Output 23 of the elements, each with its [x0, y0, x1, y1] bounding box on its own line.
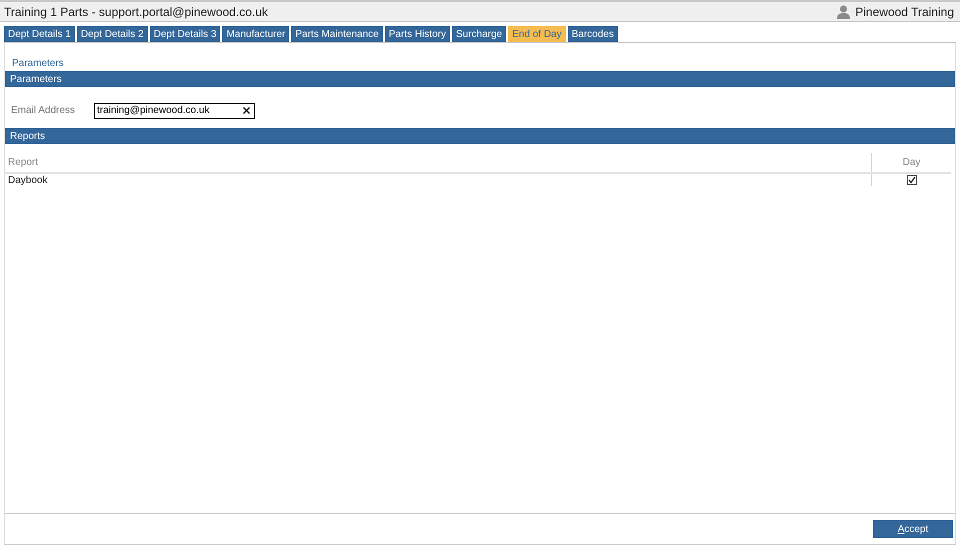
field-label: Email Address [11, 104, 76, 118]
user-icon [837, 4, 850, 18]
tab[interactable]: Manufacturer [222, 26, 290, 42]
clear-icon[interactable] [243, 107, 250, 114]
tab[interactable]: Barcodes [568, 26, 618, 42]
page-heading: Parameters [12, 58, 64, 69]
column-header: Day [902, 156, 920, 170]
column-header: Report [8, 156, 38, 170]
tab[interactable]: End of Day [508, 26, 566, 42]
window-title: Training 1 Parts - support.portal@pinewood.co.uk [4, 4, 268, 20]
section-title: Reports [10, 130, 46, 144]
user-name: Pinewood Training [855, 4, 954, 20]
checkbox[interactable] [906, 175, 916, 185]
tab[interactable]: Parts History [384, 26, 450, 42]
tab[interactable]: Parts Maintenance [291, 26, 383, 42]
section-title: Parameters [10, 72, 62, 86]
tab[interactable]: Dept Details 2 [76, 26, 148, 42]
accept-button[interactable]: Accept [873, 520, 953, 538]
tab[interactable]: Surcharge [452, 26, 506, 42]
tab[interactable]: Dept Details 3 [150, 26, 220, 42]
email-field[interactable]: training@pinewood.co.uk [94, 102, 255, 118]
table-cell-text: Daybook [8, 174, 48, 188]
tab[interactable]: Dept Details 1 [4, 26, 75, 42]
